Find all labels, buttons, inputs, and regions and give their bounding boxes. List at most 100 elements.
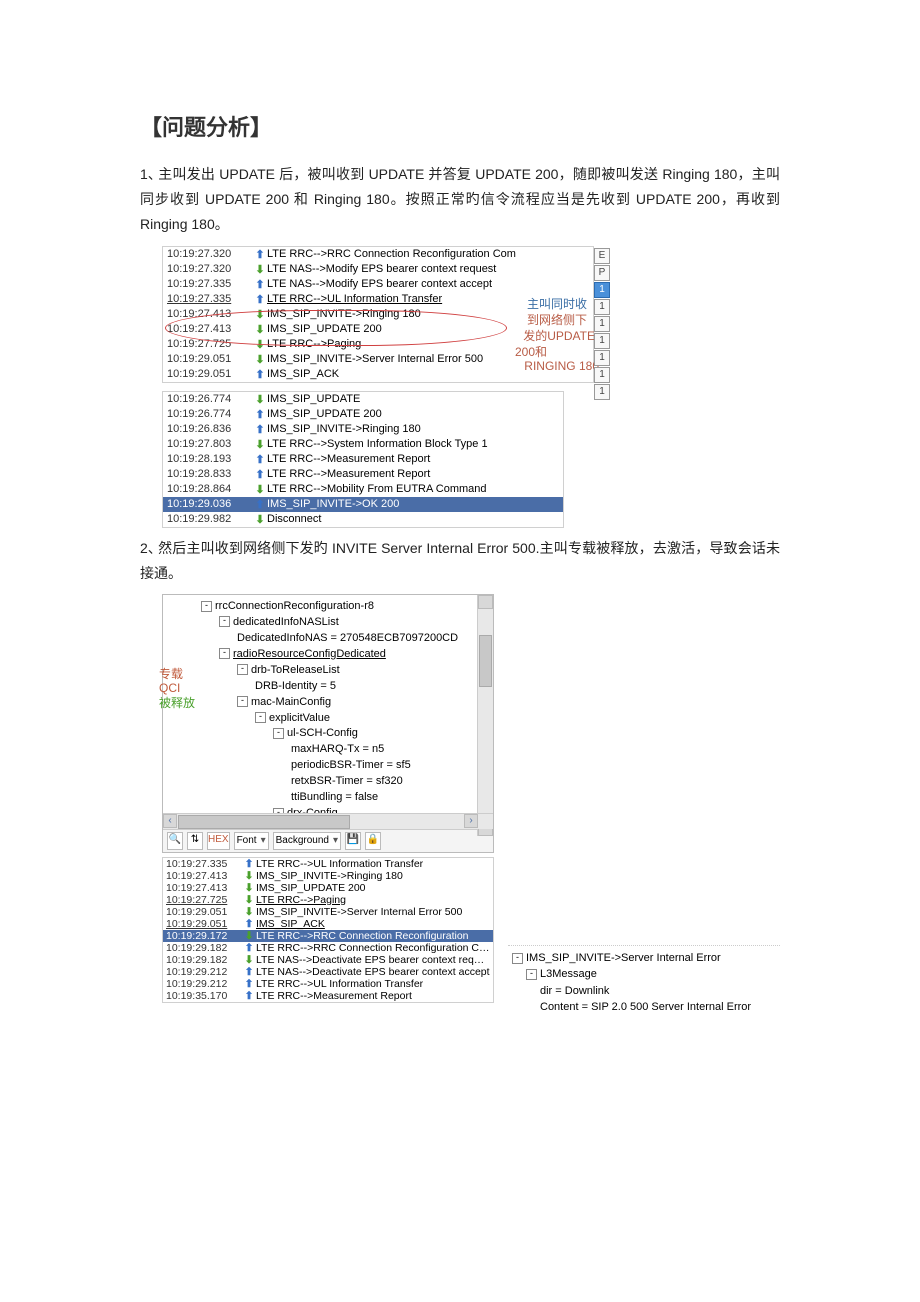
log-row[interactable]: 10:19:28.193⬆LTE RRC-->Measurement Repor… bbox=[163, 452, 563, 467]
log-row[interactable]: 10:19:29.212⬆LTE RRC-->UL Information Tr… bbox=[163, 978, 493, 990]
timestamp: 10:19:29.212 bbox=[166, 966, 242, 978]
tree-node[interactable]: -mac-MainConfig bbox=[237, 695, 493, 711]
tree-node[interactable]: -drx-Config bbox=[273, 806, 493, 813]
section-heading: 【问题分析】 bbox=[140, 110, 780, 142]
sidebar-cell[interactable]: E bbox=[594, 248, 610, 264]
tree-node[interactable]: maxHARQ-Tx = n5 bbox=[291, 742, 493, 758]
log-row[interactable]: 10:19:27.725⬇LTE RRC-->Paging bbox=[163, 894, 493, 906]
log-row[interactable]: 10:19:29.051⬇IMS_SIP_INVITE->Server Inte… bbox=[163, 906, 493, 918]
timestamp: 10:19:26.774 bbox=[167, 393, 253, 405]
log-row[interactable]: 10:19:27.335⬆LTE RRC-->UL Information Tr… bbox=[163, 858, 493, 870]
log-message: LTE RRC-->Measurement Report bbox=[267, 453, 559, 465]
stepper-icon[interactable]: ⇅ bbox=[187, 832, 203, 850]
tree-node[interactable]: ttiBundling = false bbox=[291, 790, 493, 806]
timestamp: 10:19:27.413 bbox=[166, 870, 242, 882]
timestamp: 10:19:27.335 bbox=[167, 278, 253, 290]
tree-node[interactable]: DRB-Identity = 5 bbox=[255, 679, 493, 695]
search-icon[interactable]: 🔍 bbox=[167, 832, 183, 850]
hex-icon[interactable]: HEX bbox=[207, 832, 230, 850]
scrollbar-horizontal[interactable]: ‹ › bbox=[163, 813, 493, 829]
timestamp: 10:19:29.982 bbox=[167, 513, 253, 525]
arrow-down-icon: ⬇ bbox=[242, 930, 256, 942]
sidebar-cell[interactable]: 1 bbox=[594, 367, 610, 383]
annotation-line1: 主叫同时收 bbox=[527, 297, 587, 311]
p2-number: 2、 bbox=[140, 536, 158, 561]
tree-node[interactable]: dir = Downlink bbox=[540, 983, 780, 1000]
log-message: IMS_SIP_INVITE->Ringing 180 bbox=[267, 423, 559, 435]
log-row[interactable]: 10:19:29.982⬇Disconnect bbox=[163, 512, 563, 527]
log-row[interactable]: 10:19:29.172⬇LTE RRC-->RRC Connection Re… bbox=[163, 930, 493, 942]
tree-node[interactable]: Content = SIP 2.0 500 Server Internal Er… bbox=[540, 999, 780, 1016]
tree-node[interactable]: -dedicatedInfoNASList bbox=[219, 615, 493, 631]
lock-icon[interactable]: 🔒 bbox=[365, 832, 381, 850]
tree-node[interactable]: -radioResourceConfigDedicated bbox=[219, 647, 493, 663]
log-row[interactable]: 10:19:26.774⬇IMS_SIP_UPDATE bbox=[163, 392, 563, 407]
timestamp: 10:19:29.051 bbox=[167, 368, 253, 380]
sidebar-cell[interactable]: P bbox=[594, 265, 610, 281]
tree-node[interactable]: -drb-ToReleaseList bbox=[237, 663, 493, 679]
log-row[interactable]: 10:19:29.051⬆IMS_SIP_ACK bbox=[163, 918, 493, 930]
timestamp: 10:19:27.725 bbox=[167, 338, 253, 350]
tree-node[interactable]: DedicatedInfoNAS = 270548ECB7097200CD bbox=[237, 631, 493, 647]
log-row[interactable]: 10:19:27.320⬇LTE NAS-->Modify EPS bearer… bbox=[163, 262, 593, 277]
arrow-up-icon: ⬆ bbox=[242, 966, 256, 978]
log-row[interactable]: 10:19:27.320⬆LTE RRC-->RRC Connection Re… bbox=[163, 247, 593, 262]
scroll-left-button[interactable]: ‹ bbox=[163, 814, 177, 828]
timestamp: 10:19:27.725 bbox=[166, 894, 242, 906]
arrow-down-icon: ⬇ bbox=[253, 513, 267, 526]
log-row[interactable]: 10:19:29.212⬆LTE NAS-->Deactivate EPS be… bbox=[163, 966, 493, 978]
arrow-up-icon: ⬆ bbox=[242, 978, 256, 990]
font-dropdown[interactable]: Font▾ bbox=[234, 832, 269, 850]
log-message: LTE NAS-->Modify EPS bearer context requ… bbox=[267, 263, 589, 275]
timestamp: 10:19:27.320 bbox=[167, 263, 253, 275]
log-message: IMS_SIP_UPDATE 200 bbox=[267, 408, 559, 420]
log-row[interactable]: 10:19:27.413⬇IMS_SIP_INVITE->Ringing 180 bbox=[163, 870, 493, 882]
background-dropdown[interactable]: Background▾ bbox=[273, 832, 341, 850]
arrow-down-icon: ⬇ bbox=[253, 438, 267, 451]
log-message: LTE RRC-->Mobility From EUTRA Command bbox=[267, 483, 559, 495]
log-row[interactable]: 10:19:26.774⬆IMS_SIP_UPDATE 200 bbox=[163, 407, 563, 422]
tree-node[interactable]: -ul-SCH-Config bbox=[273, 726, 493, 742]
sidebar-cell[interactable]: 1 bbox=[594, 384, 610, 400]
sidebar-cell[interactable]: 1 bbox=[594, 333, 610, 349]
log-message: LTE RRC-->RRC Connection Reconfiguration… bbox=[256, 942, 490, 954]
tree-node[interactable]: -L3Message bbox=[526, 966, 780, 983]
arrow-up-icon: ⬆ bbox=[253, 423, 267, 436]
save-icon[interactable]: 💾 bbox=[345, 832, 361, 850]
log-message: IMS_SIP_INVITE->Ringing 180 bbox=[256, 870, 490, 882]
arrow-up-icon: ⬆ bbox=[253, 498, 267, 511]
log-row[interactable]: 10:19:35.170⬆LTE RRC-->Measurement Repor… bbox=[163, 990, 493, 1002]
timestamp: 10:19:29.051 bbox=[166, 918, 242, 930]
tree-node[interactable]: periodicBSR-Timer = sf5 bbox=[291, 758, 493, 774]
log-row[interactable]: 10:19:27.413⬇IMS_SIP_UPDATE 200 bbox=[163, 882, 493, 894]
log-row[interactable]: 10:19:29.182⬆LTE RRC-->RRC Connection Re… bbox=[163, 942, 493, 954]
timestamp: 10:19:29.182 bbox=[166, 942, 242, 954]
log-row[interactable]: 10:19:26.836⬆IMS_SIP_INVITE->Ringing 180 bbox=[163, 422, 563, 437]
sidebar-cell[interactable]: 1 bbox=[594, 350, 610, 366]
arrow-up-icon: ⬆ bbox=[253, 248, 267, 261]
tree-node[interactable]: retxBSR-Timer = sf320 bbox=[291, 774, 493, 790]
tree-body[interactable]: -rrcConnectionReconfiguration-r8 -dedica… bbox=[163, 595, 493, 813]
arrow-up-icon: ⬆ bbox=[253, 293, 267, 306]
tree-node[interactable]: -rrcConnectionReconfiguration-r8 bbox=[201, 599, 493, 615]
arrow-down-icon: ⬇ bbox=[253, 338, 267, 351]
log-row[interactable]: 10:19:29.182⬇LTE NAS-->Deactivate EPS be… bbox=[163, 954, 493, 966]
p1-number: 1、 bbox=[140, 162, 158, 187]
tree-node[interactable]: -explicitValue bbox=[255, 711, 493, 727]
scrollbar-vertical[interactable] bbox=[477, 595, 493, 836]
log-row[interactable]: 10:19:29.036⬆IMS_SIP_INVITE->OK 200 bbox=[163, 497, 563, 512]
sidebar-cell[interactable]: 1 bbox=[594, 282, 610, 298]
timestamp: 10:19:28.193 bbox=[167, 453, 253, 465]
log-row[interactable]: 10:19:28.864⬇LTE RRC-->Mobility From EUT… bbox=[163, 482, 563, 497]
log-message: IMS_SIP_INVITE->Server Internal Error 50… bbox=[256, 906, 490, 918]
arrow-down-icon: ⬇ bbox=[253, 353, 267, 366]
log-row[interactable]: 10:19:27.335⬆LTE NAS-->Modify EPS bearer… bbox=[163, 277, 593, 292]
log-row[interactable]: 10:19:27.803⬇LTE RRC-->System Informatio… bbox=[163, 437, 563, 452]
timestamp: 10:19:35.170 bbox=[166, 990, 242, 1002]
timestamp: 10:19:27.335 bbox=[166, 858, 242, 870]
sidebar-cell[interactable]: 1 bbox=[594, 299, 610, 315]
sidebar-cell[interactable]: 1 bbox=[594, 316, 610, 332]
scroll-right-button[interactable]: › bbox=[464, 814, 478, 828]
tree-node[interactable]: -IMS_SIP_INVITE->Server Internal Error bbox=[512, 950, 780, 967]
log-row[interactable]: 10:19:28.833⬆LTE RRC-->Measurement Repor… bbox=[163, 467, 563, 482]
